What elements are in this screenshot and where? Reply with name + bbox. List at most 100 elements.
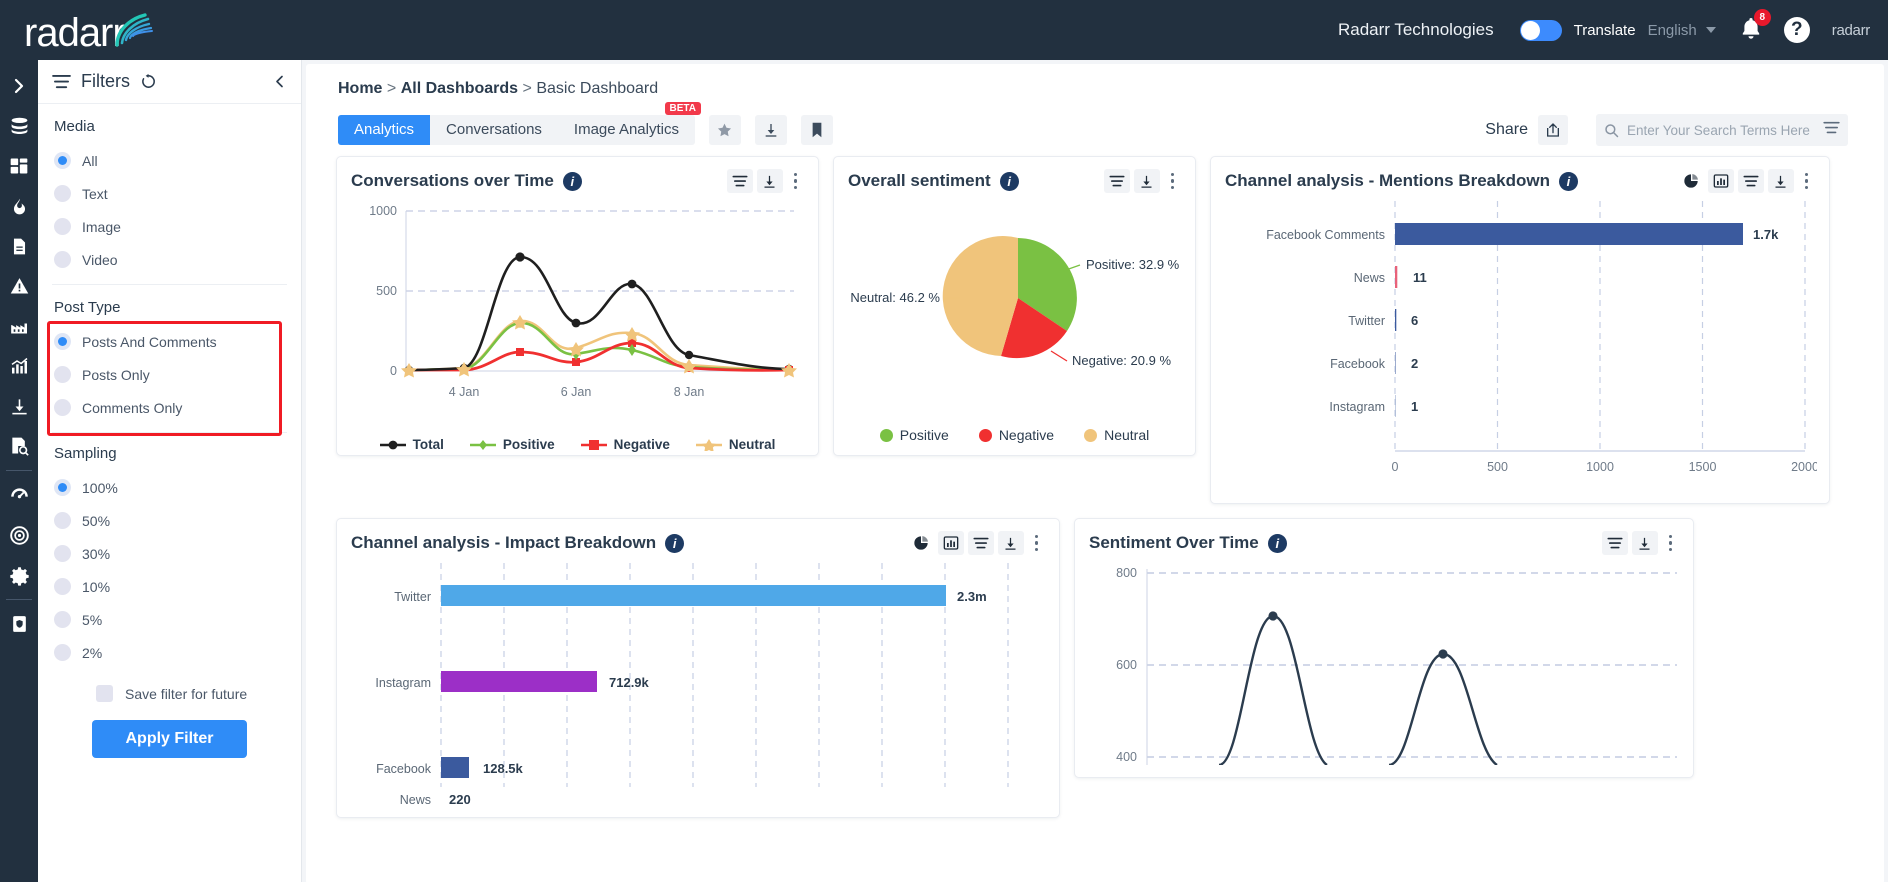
save-filter-row[interactable]: Save filter for future	[38, 673, 301, 702]
legend-item[interactable]: Neutral	[1084, 427, 1149, 443]
gear-icon[interactable]	[0, 555, 38, 595]
svg-text:Instagram: Instagram	[1329, 400, 1385, 414]
shield-document-icon[interactable]	[0, 604, 38, 644]
target-icon[interactable]	[0, 515, 38, 555]
filter-option-30[interactable]: 30%	[54, 537, 301, 570]
chevron-down-icon	[1705, 27, 1716, 33]
tab-image-analytics[interactable]: Image Analytics	[558, 115, 695, 145]
card-download-button[interactable]	[1767, 169, 1794, 193]
legend-item[interactable]: Positive	[879, 427, 949, 443]
filter-option-10[interactable]: 10%	[54, 570, 301, 603]
card-filter-button[interactable]	[726, 169, 753, 193]
download-dashboard-button[interactable]	[754, 115, 787, 145]
card-menu-button[interactable]	[1164, 172, 1182, 190]
filter-option-comments-only[interactable]: Comments Only	[54, 391, 301, 424]
card-menu-button[interactable]	[1798, 172, 1816, 190]
filter-option-posts-and-comments[interactable]: Posts And Comments	[54, 325, 301, 358]
translate-label: Translate	[1573, 21, 1636, 39]
pie-view-button[interactable]	[908, 531, 934, 555]
info-icon[interactable]: i	[665, 533, 685, 553]
search-filter-icon[interactable]	[1817, 121, 1840, 139]
info-icon[interactable]: i	[562, 171, 582, 191]
warning-triangle-icon[interactable]	[0, 266, 38, 306]
info-icon[interactable]: i	[1267, 533, 1287, 553]
filter-option-label: 10%	[82, 578, 111, 595]
svg-text:11: 11	[1413, 270, 1427, 285]
document-search-icon[interactable]	[0, 426, 38, 466]
filter-option-label: Text	[82, 185, 108, 202]
filter-option-label: Video	[82, 251, 118, 268]
filter-option-video[interactable]: Video	[54, 243, 301, 276]
app-logo[interactable]: radarr	[0, 7, 165, 53]
dashboard-grid-icon[interactable]	[0, 146, 38, 186]
speedometer-icon[interactable]	[0, 475, 38, 515]
card-download-button[interactable]	[997, 531, 1024, 555]
translate-toggle[interactable]	[1519, 19, 1562, 41]
filter-group-sampling: Sampling 100% 50% 30% 10% 5% 2%	[38, 437, 301, 673]
legend-item[interactable]: Positive	[469, 437, 555, 452]
favorite-button[interactable]	[708, 115, 741, 145]
filter-option-2[interactable]: 2%	[54, 636, 301, 669]
trending-chart-icon[interactable]	[0, 346, 38, 386]
share-button[interactable]	[1538, 115, 1568, 145]
database-icon[interactable]	[0, 106, 38, 146]
bookmark-button[interactable]	[800, 115, 833, 145]
share-label[interactable]: Share	[1485, 121, 1528, 139]
legend-item[interactable]: Neutral	[695, 437, 775, 452]
notifications-button[interactable]: 8	[1740, 8, 1771, 45]
filter-lines-icon	[1743, 175, 1758, 187]
legend-item[interactable]: Negative	[580, 437, 670, 452]
card-tools	[726, 169, 805, 193]
filter-group-media: Media All Text Image Video	[38, 112, 301, 280]
legend-item[interactable]: Total	[379, 437, 444, 452]
save-filter-checkbox[interactable]	[96, 685, 113, 702]
card-download-button[interactable]	[1631, 531, 1658, 555]
bar-view-button[interactable]	[937, 531, 964, 555]
search-input[interactable]	[1627, 122, 1817, 138]
filter-option-posts-only[interactable]: Posts Only	[54, 358, 301, 391]
card-filter-button[interactable]	[1103, 169, 1130, 193]
document-icon[interactable]	[0, 226, 38, 266]
pie-view-button[interactable]	[1678, 169, 1704, 193]
legend-item[interactable]: Negative	[978, 427, 1054, 443]
tab-conversations[interactable]: Conversations	[430, 115, 558, 145]
download-icon[interactable]	[0, 386, 38, 426]
info-icon[interactable]: i	[999, 171, 1019, 191]
flame-icon[interactable]	[0, 186, 38, 226]
apply-filter-button[interactable]: Apply Filter	[92, 720, 247, 758]
filter-option-50[interactable]: 50%	[54, 504, 301, 537]
card-filter-button[interactable]	[967, 531, 994, 555]
info-icon[interactable]: i	[1558, 171, 1578, 191]
filter-option-image[interactable]: Image	[54, 210, 301, 243]
main-content: Home > All Dashboards > Basic Dashboard …	[302, 60, 1888, 882]
expand-rail-icon[interactable]	[0, 66, 38, 106]
radio-button	[54, 152, 71, 169]
filter-option-all[interactable]: All	[54, 144, 301, 177]
svg-text:800: 800	[1116, 566, 1137, 580]
card-filter-button[interactable]	[1601, 531, 1628, 555]
conversations-over-time-chart: 1000 500 0 4 Jan 6 Jan 8 Jan	[369, 204, 797, 399]
filter-group-post-type: Post Type Posts And Comments Posts Only …	[38, 289, 301, 428]
tab-analytics[interactable]: Analytics	[338, 115, 431, 145]
breadcrumb-home[interactable]: Home	[338, 80, 382, 97]
card-filter-button[interactable]	[1737, 169, 1764, 193]
card-menu-button[interactable]	[787, 172, 805, 190]
card-menu-button[interactable]	[1662, 534, 1680, 552]
help-button[interactable]: ?	[1783, 17, 1810, 43]
card-download-button[interactable]	[756, 169, 783, 193]
collapse-filters-icon[interactable]	[272, 73, 287, 90]
svg-text:1.7k: 1.7k	[1753, 227, 1779, 242]
search-box[interactable]	[1596, 114, 1848, 146]
filter-option-5[interactable]: 5%	[54, 603, 301, 636]
card-download-button[interactable]	[1133, 169, 1160, 193]
card-menu-button[interactable]	[1028, 534, 1046, 552]
refresh-icon[interactable]	[140, 73, 157, 90]
star-icon	[718, 123, 732, 137]
breadcrumb-all-dashboards[interactable]: All Dashboards	[401, 80, 518, 97]
factory-icon[interactable]	[0, 306, 38, 346]
bar-view-button[interactable]	[1707, 169, 1734, 193]
language-selector[interactable]: English	[1648, 22, 1716, 39]
filter-option-text[interactable]: Text	[54, 177, 301, 210]
filter-option-100[interactable]: 100%	[54, 471, 301, 504]
card-title: Conversations over Time	[351, 171, 554, 190]
